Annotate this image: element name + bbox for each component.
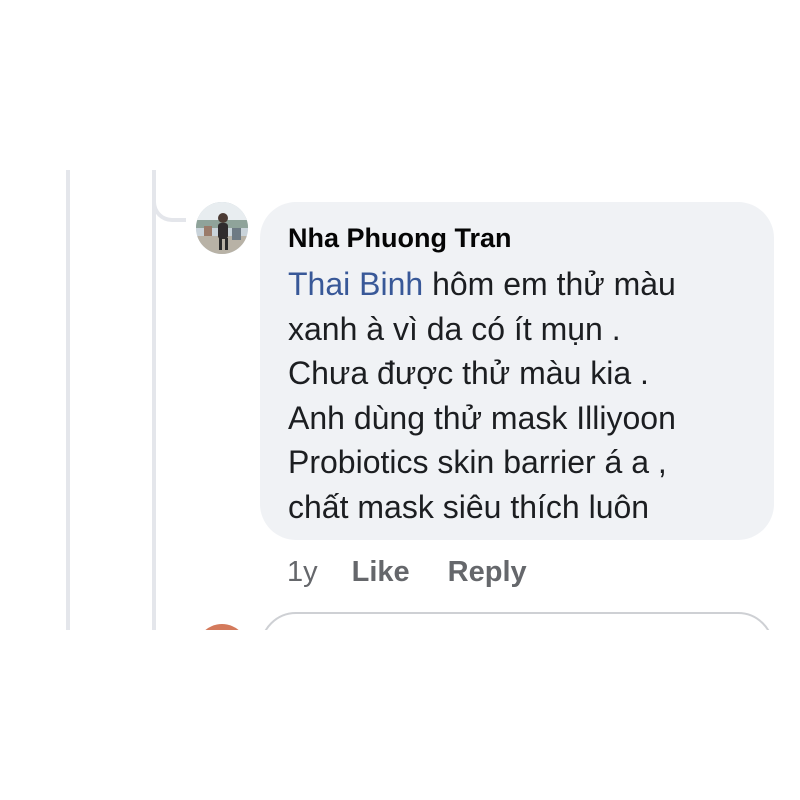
comment-thread: Nha Phuong Tran Thai Binh hôm em thử màu… bbox=[0, 170, 800, 630]
comment-bubble: Nha Phuong Tran Thai Binh hôm em thử màu… bbox=[260, 202, 774, 540]
comment-text: Thai Binh hôm em thử màu xanh à vì da có… bbox=[288, 262, 748, 529]
comment-author[interactable]: Nha Phuong Tran bbox=[288, 220, 748, 256]
thread-line-outer bbox=[66, 170, 70, 630]
comment-timestamp[interactable]: 1y bbox=[287, 556, 318, 589]
thread-connector bbox=[152, 170, 186, 222]
like-button[interactable]: Like bbox=[352, 556, 410, 589]
mention-link[interactable]: Thai Binh bbox=[288, 266, 423, 302]
comment-actions: 1y Like Reply bbox=[287, 554, 565, 590]
next-comment-bubble bbox=[260, 612, 774, 630]
thread-line-inner bbox=[152, 170, 156, 630]
avatar[interactable] bbox=[196, 202, 248, 254]
avatar-photo-icon bbox=[196, 202, 248, 254]
reply-button[interactable]: Reply bbox=[448, 556, 527, 589]
next-comment-avatar[interactable] bbox=[196, 624, 248, 630]
comment-body: hôm em thử màu xanh à vì da có ít mụn . … bbox=[288, 266, 676, 525]
